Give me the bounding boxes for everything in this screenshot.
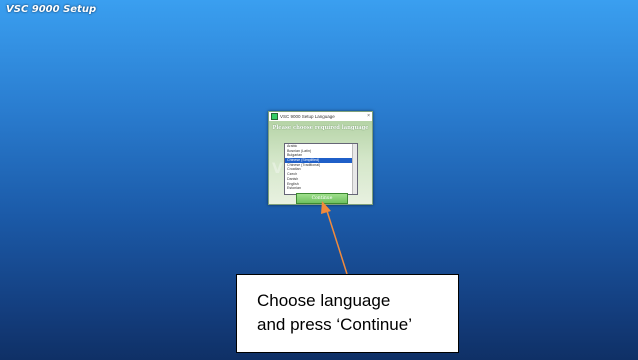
callout-line-2: and press ‘Continue’ (257, 315, 412, 334)
arrow-head (321, 201, 331, 214)
arrow-line (326, 210, 348, 275)
instruction-callout: Choose language and press ‘Continue’ (236, 274, 459, 353)
callout-line-1: Choose language (257, 291, 391, 310)
